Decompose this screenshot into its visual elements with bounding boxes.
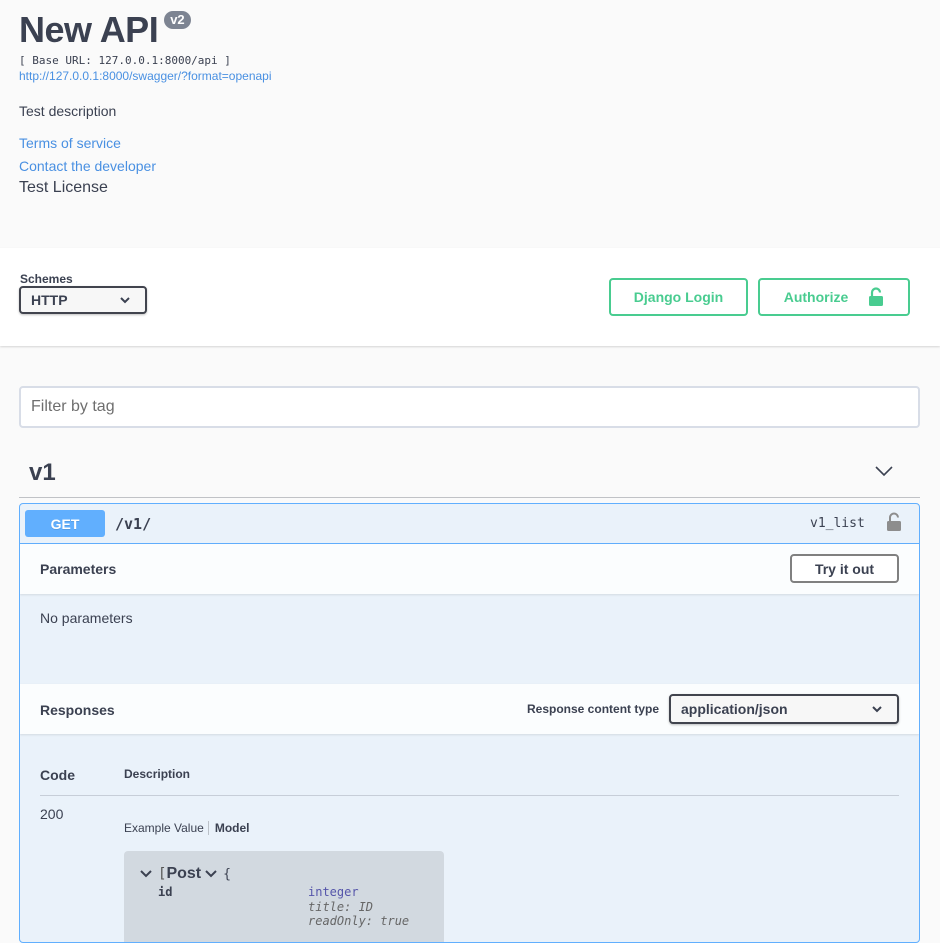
unlock-icon	[869, 287, 884, 306]
responses-header: Responses Response content type applicat…	[20, 684, 919, 734]
try-it-out-label: Try it out	[814, 560, 875, 577]
operation-block-get-v1: GET /v1/ v1_list Parameters Try it out N…	[19, 503, 920, 943]
model-property-type: integer	[308, 885, 359, 899]
description-column-header: Description	[124, 767, 191, 781]
responses-table-header: Code Description	[40, 757, 899, 796]
chevron-down-icon[interactable]	[205, 869, 217, 879]
operation-summary[interactable]: GET /v1/ v1_list	[20, 504, 919, 544]
model-box: [ Post { id integer title: ID readOnly: …	[124, 851, 444, 942]
code-column-header: Code	[40, 767, 75, 783]
django-login-label: Django Login	[633, 289, 724, 305]
model-header[interactable]: [ Post {	[140, 865, 231, 883]
model-property-readonly: readOnly: true	[308, 914, 410, 928]
authorize-button[interactable]: Authorize	[758, 278, 910, 316]
filter-by-tag-input[interactable]	[19, 386, 920, 428]
method-badge: GET	[25, 510, 105, 537]
spec-link[interactable]: http://127.0.0.1:8000/swagger/?format=op…	[19, 68, 919, 84]
contact-developer-link[interactable]: Contact the developer	[19, 157, 919, 175]
model-object-brace: {	[223, 866, 231, 882]
tag-section-v1[interactable]: v1	[19, 450, 920, 498]
scheme-selected-value: HTTP	[31, 292, 68, 308]
tab-model[interactable]: Model	[209, 821, 250, 835]
response-content-type-select[interactable]: application/json	[669, 694, 899, 724]
parameters-heading: Parameters	[40, 561, 117, 577]
authorize-label: Authorize	[783, 289, 849, 305]
license-text: Test License	[19, 179, 108, 196]
try-it-out-button[interactable]: Try it out	[790, 554, 899, 583]
terms-of-service-link[interactable]: Terms of service	[19, 134, 919, 152]
model-property-name: id	[158, 885, 173, 899]
chevron-down-icon	[120, 297, 130, 304]
response-code: 200	[40, 806, 64, 822]
page-title: New API	[19, 9, 159, 50]
content-type-value: application/json	[681, 701, 788, 717]
api-info: New API v2 [ Base URL: 127.0.0.1:8000/ap…	[19, 8, 919, 198]
chevron-down-icon	[872, 706, 882, 713]
response-content-type-label: Response content type	[527, 702, 660, 716]
parameters-header: Parameters Try it out	[20, 544, 919, 594]
api-description: Test description	[19, 103, 117, 119]
base-url: [ Base URL: 127.0.0.1:8000/api ]	[19, 54, 231, 67]
schemes-label: Schemes	[20, 272, 73, 286]
operation-path: /v1/	[115, 515, 152, 533]
django-login-button[interactable]: Django Login	[609, 278, 748, 316]
operation-id: v1_list	[810, 516, 865, 531]
tab-example-value[interactable]: Example Value	[124, 821, 209, 835]
unlock-icon[interactable]	[886, 512, 902, 532]
chevron-down-icon[interactable]	[140, 869, 152, 879]
response-tabs: Example Value Model	[124, 821, 250, 835]
version-badge: v2	[164, 11, 191, 29]
model-array-bracket: [	[158, 866, 167, 882]
scheme-bar: Schemes HTTP Django Login Authorize	[0, 248, 940, 346]
scheme-select[interactable]: HTTP	[19, 286, 147, 314]
model-property-title: title: ID	[308, 900, 374, 914]
title-row: New API v2	[19, 8, 919, 52]
tag-name: v1	[29, 459, 56, 486]
no-parameters-text: No parameters	[40, 610, 133, 626]
responses-heading: Responses	[40, 702, 115, 718]
chevron-down-icon[interactable]	[874, 464, 894, 478]
model-name: Post	[166, 865, 202, 882]
